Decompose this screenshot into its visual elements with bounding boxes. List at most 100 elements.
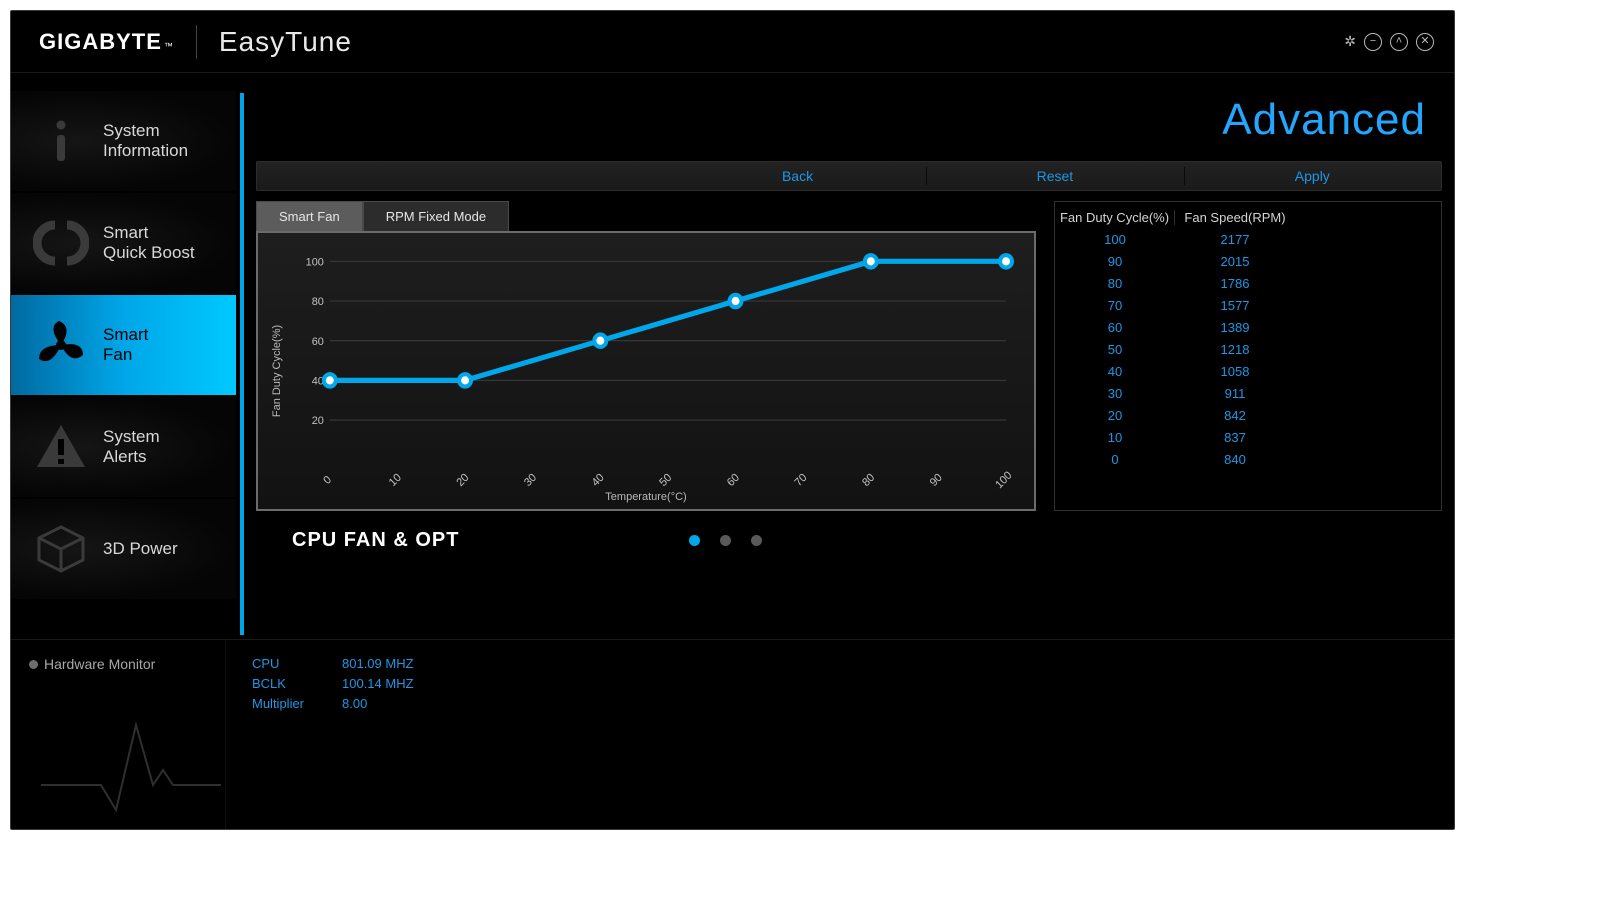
cell-duty: 20 (1055, 408, 1175, 423)
main-area: System Information Smart Quick Boost (11, 73, 1454, 639)
cube-icon (33, 521, 89, 577)
alert-icon (33, 419, 89, 475)
close-button[interactable]: ✕ (1416, 33, 1434, 51)
maximize-button[interactable]: ˄ (1390, 33, 1408, 51)
app-name: EasyTune (219, 26, 352, 58)
stats-key: Multiplier (252, 696, 342, 716)
title-bar: GIGABYTE ™ EasyTune ✲ − ˄ ✕ (11, 11, 1454, 73)
sidebar-item-label: Smart Quick Boost (103, 223, 195, 262)
svg-text:40: 40 (590, 472, 607, 490)
cell-rpm: 1218 (1175, 342, 1295, 357)
sidebar: System Information Smart Quick Boost (11, 73, 236, 639)
sidebar-item-system-alerts[interactable]: System Alerts (11, 397, 236, 497)
brand-logo: GIGABYTE ™ (39, 29, 174, 55)
footer: Hardware Monitor CPU801.09 MHZBCLK100.14… (11, 639, 1454, 829)
cell-rpm: 2177 (1175, 232, 1295, 247)
cell-rpm: 840 (1175, 452, 1295, 467)
svg-text:0: 0 (321, 474, 334, 487)
chart-xlabel: Temperature(°C) (605, 491, 686, 503)
apply-button[interactable]: Apply (1184, 162, 1441, 190)
cell-duty: 50 (1055, 342, 1175, 357)
table-row: 0840 (1055, 448, 1441, 470)
svg-text:70: 70 (793, 472, 810, 490)
fan-group-row: CPU FAN & OPT (252, 511, 1446, 560)
stats-row: BCLK100.14 MHZ (252, 676, 414, 696)
app-window: GIGABYTE ™ EasyTune ✲ − ˄ ✕ System Infor… (10, 10, 1455, 830)
stats-row: Multiplier8.00 (252, 696, 414, 716)
sidebar-item-smart-quick-boost[interactable]: Smart Quick Boost (11, 193, 236, 293)
pager-dot-3[interactable] (751, 535, 762, 546)
sidebar-item-system-information[interactable]: System Information (11, 91, 236, 191)
fan-group-pager (689, 535, 762, 546)
action-spacer (257, 162, 669, 190)
sidebar-item-label: System Information (103, 121, 188, 160)
svg-text:60: 60 (725, 472, 742, 490)
cell-rpm: 1577 (1175, 298, 1295, 313)
system-stats: CPU801.09 MHZBCLK100.14 MHZMultiplier8.0… (226, 640, 414, 829)
cell-rpm: 1058 (1175, 364, 1295, 379)
hardware-monitor-title: Hardware Monitor (29, 656, 215, 672)
svg-text:80: 80 (860, 472, 877, 490)
page-title: Advanced (252, 73, 1446, 161)
content-area: Advanced Back Reset Apply Smart Fan RPM … (244, 73, 1454, 639)
fan-speed-table: Fan Duty Cycle(%) Fan Speed(RPM) 1002177… (1054, 201, 1442, 511)
table-row: 20842 (1055, 404, 1441, 426)
record-dot-icon (29, 660, 38, 669)
cell-duty: 30 (1055, 386, 1175, 401)
table-row: 701577 (1055, 294, 1441, 316)
table-header: Fan Duty Cycle(%) Fan Speed(RPM) (1055, 206, 1441, 228)
table-row: 501218 (1055, 338, 1441, 360)
table-row: 30911 (1055, 382, 1441, 404)
pager-dot-1[interactable] (689, 535, 700, 546)
hardware-monitor-panel[interactable]: Hardware Monitor (11, 640, 226, 829)
heartbeat-icon (41, 715, 221, 825)
cell-duty: 100 (1055, 232, 1175, 247)
cell-rpm: 842 (1175, 408, 1295, 423)
stats-key: BCLK (252, 676, 342, 696)
col-duty-header: Fan Duty Cycle(%) (1055, 210, 1175, 225)
back-button[interactable]: Back (669, 162, 926, 190)
cell-rpm: 1389 (1175, 320, 1295, 335)
table-row: 401058 (1055, 360, 1441, 382)
settings-icon[interactable]: ✲ (1344, 33, 1356, 51)
cell-duty: 10 (1055, 430, 1175, 445)
panel-row: Smart Fan RPM Fixed Mode Fan Duty Cycle(… (252, 201, 1446, 511)
chart-ylabel: Fan Duty Cycle(%) (271, 325, 283, 417)
reset-button[interactable]: Reset (926, 162, 1183, 190)
cell-duty: 0 (1055, 452, 1175, 467)
brand-separator (196, 25, 197, 59)
cell-duty: 70 (1055, 298, 1175, 313)
trademark-symbol: ™ (164, 41, 174, 51)
table-row: 902015 (1055, 250, 1441, 272)
tab-rpm-fixed[interactable]: RPM Fixed Mode (363, 201, 509, 231)
svg-text:60: 60 (312, 336, 324, 348)
tab-smart-fan[interactable]: Smart Fan (256, 201, 363, 231)
col-rpm-header: Fan Speed(RPM) (1175, 210, 1295, 225)
stats-value: 100.14 MHZ (342, 676, 414, 696)
sidebar-item-3d-power[interactable]: 3D Power (11, 499, 236, 599)
hardware-monitor-label: Hardware Monitor (44, 656, 155, 672)
svg-text:50: 50 (657, 472, 674, 490)
window-controls: ✲ − ˄ ✕ (1344, 33, 1434, 51)
mode-tabs: Smart Fan RPM Fixed Mode (256, 201, 1036, 231)
fan-curve-chart[interactable]: Fan Duty Cycle(%) Temperature(°C) 204060… (256, 231, 1036, 511)
fan-icon (33, 317, 89, 373)
svg-text:10: 10 (387, 472, 404, 490)
sidebar-item-label: Smart Fan (103, 325, 148, 364)
pager-dot-2[interactable] (720, 535, 731, 546)
fan-group-label: CPU FAN & OPT (292, 529, 459, 552)
sidebar-item-smart-fan[interactable]: Smart Fan (11, 295, 236, 395)
svg-text:90: 90 (928, 472, 945, 490)
cell-rpm: 911 (1175, 386, 1295, 401)
cell-rpm: 1786 (1175, 276, 1295, 291)
cell-rpm: 837 (1175, 430, 1295, 445)
minimize-button[interactable]: − (1364, 33, 1382, 51)
svg-text:100: 100 (306, 256, 324, 268)
stats-key: CPU (252, 656, 342, 676)
table-row: 601389 (1055, 316, 1441, 338)
svg-text:100: 100 (993, 469, 1014, 491)
chart-block: Smart Fan RPM Fixed Mode Fan Duty Cycle(… (256, 201, 1036, 511)
table-row: 801786 (1055, 272, 1441, 294)
stats-row: CPU801.09 MHZ (252, 656, 414, 676)
table-row: 10837 (1055, 426, 1441, 448)
